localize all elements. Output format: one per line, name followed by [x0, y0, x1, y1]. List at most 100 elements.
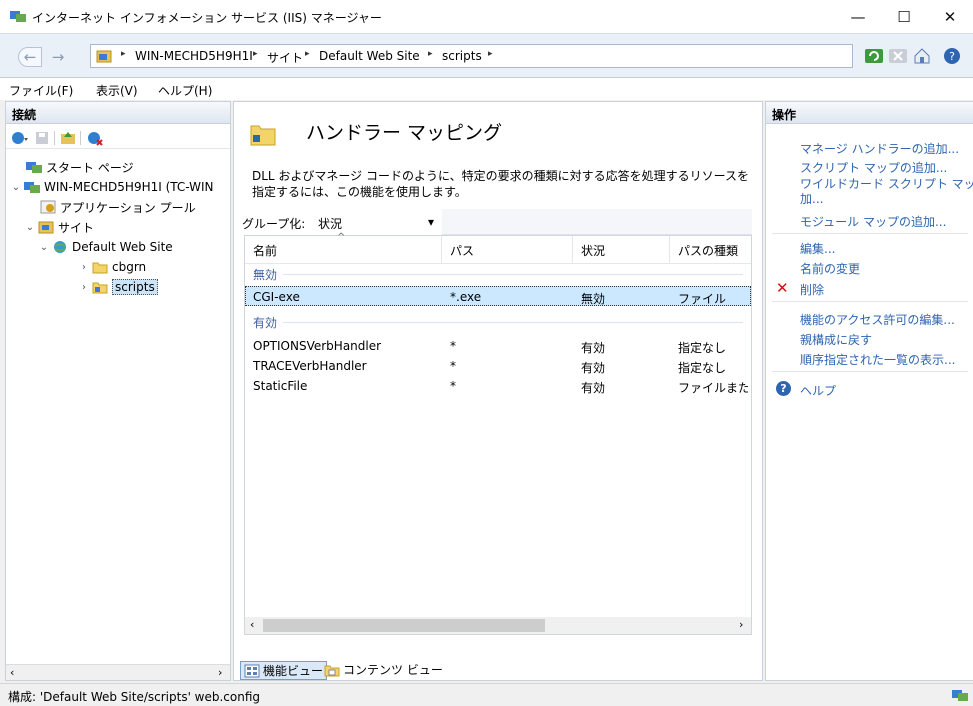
menu-help[interactable]: ヘルプ(H) [158, 82, 212, 99]
forward-button[interactable]: → [46, 47, 70, 67]
breadcrumb[interactable]: ▸ WIN-MECHD5H9H1I ▸ サイト ▸ Default Web Si… [90, 44, 853, 68]
table-row[interactable]: StaticFile * 有効 ファイルまた [245, 376, 751, 396]
action-label: 加... [800, 192, 824, 206]
connect-globe-icon[interactable] [10, 130, 30, 146]
tree-start-page[interactable]: スタート ページ [26, 157, 134, 177]
breadcrumb-separator: ▸ [121, 49, 126, 59]
breadcrumb-default-web-site[interactable]: Default Web Site [319, 49, 420, 63]
group-header-enabled[interactable]: 有効 [253, 312, 743, 332]
group-header-disabled[interactable]: 無効 [253, 264, 743, 284]
home-icon[interactable] [912, 46, 932, 66]
status-bar: 構成: 'Default Web Site/scripts' web.confi… [0, 683, 973, 706]
up-level-icon[interactable] [60, 130, 76, 146]
handler-grid: ^ 名前 パス 状況 パスの種類 無効 CGI-exe *.exe 無効 ファイ… [244, 232, 752, 635]
tree-label: WIN-MECHD5H9H1I (TC-WIN [44, 180, 214, 194]
feature-description: DLL およびマネージ コードのように、特定の要求の種類に対する応答を処理するリ… [252, 169, 750, 199]
tree-default-web-site[interactable]: ⌄ Default Web Site [38, 237, 173, 257]
connections-toolbar [6, 127, 230, 149]
column-divider[interactable] [669, 236, 670, 264]
grid-horizontal-scrollbar[interactable]: ‹ › [245, 617, 751, 634]
groupby-select[interactable]: 状況 ▾ [318, 213, 442, 233]
action-help[interactable]: ヘルプ [800, 382, 836, 399]
start-page-icon [26, 162, 42, 173]
tree-scripts[interactable]: › scripts [78, 277, 158, 297]
collapse-chevron-icon[interactable]: › [78, 282, 90, 293]
expand-chevron-icon[interactable]: ⌄ [10, 182, 22, 193]
breadcrumb-scripts[interactable]: scripts [442, 49, 482, 63]
expand-chevron-icon[interactable]: ⌄ [24, 222, 36, 233]
action-revert-to-parent[interactable]: 親構成に戻す [800, 331, 872, 348]
column-header-state[interactable]: 状況 [581, 242, 605, 259]
close-button[interactable]: ✕ [927, 0, 973, 33]
column-header-path-type[interactable]: パスの種類 [678, 242, 738, 259]
tree-app-pools[interactable]: アプリケーション プール [40, 197, 196, 217]
tree-server[interactable]: ⌄ WIN-MECHD5H9H1I (TC-WIN [10, 177, 214, 197]
action-add-script-map[interactable]: スクリプト マップの追加... [800, 159, 947, 176]
breadcrumb-server[interactable]: WIN-MECHD5H9H1I [135, 49, 253, 63]
groupby-label: グループ化: [242, 217, 306, 231]
back-button[interactable]: ← [18, 47, 42, 67]
scroll-right-icon[interactable]: › [218, 666, 222, 679]
site-folder-icon [96, 50, 112, 63]
tree-sites[interactable]: ⌄ サイト [24, 217, 94, 237]
table-row[interactable]: CGI-exe *.exe 無効 ファイル [245, 286, 751, 306]
svg-text:?: ? [949, 50, 955, 63]
folder-icon [92, 262, 108, 274]
action-label: ワイルドカード スクリプト マップの追 [800, 177, 973, 191]
maximize-button[interactable]: ☐ [881, 0, 927, 33]
column-divider[interactable] [441, 236, 442, 264]
table-row[interactable]: OPTIONSVerbHandler * 有効 指定なし [245, 336, 751, 356]
tab-content-view[interactable]: コンテンツ ビュー [324, 661, 443, 678]
action-add-module-map[interactable]: モジュール マップの追加... [800, 213, 946, 230]
sort-ascending-icon: ^ [337, 232, 346, 243]
scroll-right-icon[interactable]: › [739, 618, 743, 631]
minimize-button[interactable]: — [835, 0, 881, 33]
scroll-left-icon[interactable]: ‹ [250, 618, 254, 631]
tab-features-view[interactable]: 機能ビュー [240, 661, 328, 680]
action-divider [772, 233, 968, 234]
menu-file[interactable]: ファイル(F) [9, 82, 73, 99]
tree-label: Default Web Site [72, 240, 173, 254]
breadcrumb-sites[interactable]: サイト [267, 49, 303, 66]
action-delete[interactable]: 削除 [800, 281, 824, 298]
left-horizontal-scrollbar[interactable]: ‹ › [6, 664, 230, 680]
app-pool-icon [40, 200, 56, 214]
action-add-managed-handler[interactable]: マネージ ハンドラーの追加... [800, 140, 959, 157]
group-label: 有効 [253, 315, 278, 330]
cell-state: 有効 [581, 381, 606, 395]
refresh-icon[interactable] [864, 46, 884, 66]
menu-view[interactable]: 表示(V) [96, 82, 138, 99]
table-row[interactable]: TRACEVerbHandler * 有効 指定なし [245, 356, 751, 376]
help-icon: ? [776, 381, 791, 396]
action-edit[interactable]: 編集... [800, 240, 835, 257]
collapse-chevron-icon[interactable]: › [78, 262, 90, 273]
cell-state: 有効 [581, 361, 606, 375]
status-text: 構成: 'Default Web Site/scripts' web.confi… [8, 690, 261, 704]
server-icon [24, 182, 40, 193]
action-rename[interactable]: 名前の変更 [800, 260, 860, 277]
content-view-icon [324, 665, 340, 676]
action-view-ordered-list[interactable]: 順序指定された一覧の表示... [800, 351, 955, 368]
help-icon[interactable]: ? [942, 46, 962, 66]
action-add-wildcard-script-map[interactable]: ワイルドカード スクリプト マップの追 加... [800, 177, 973, 207]
column-header-name[interactable]: 名前 [253, 242, 277, 259]
cell-name: StaticFile [253, 379, 308, 393]
column-header-path[interactable]: パス [450, 242, 474, 259]
save-icon[interactable] [34, 130, 50, 146]
cell-path-type: 指定なし [678, 361, 727, 375]
column-divider[interactable] [572, 236, 573, 264]
cell-path: *.exe [450, 290, 482, 304]
action-edit-feature-permissions[interactable]: 機能のアクセス許可の編集... [800, 311, 955, 328]
feature-panel: ハンドラー マッピング DLL およびマネージ コードのように、特定の要求の種類… [233, 101, 763, 681]
globe-icon [54, 241, 66, 253]
scroll-thumb[interactable] [263, 619, 545, 632]
actions-header: 操作 [766, 102, 973, 124]
features-view-icon [244, 664, 260, 677]
disconnect-icon[interactable] [86, 130, 104, 146]
tree-cbgrn[interactable]: › cbgrn [78, 257, 146, 277]
expand-chevron-icon[interactable]: ⌄ [38, 242, 50, 253]
toolbar-divider [80, 131, 81, 145]
stop-icon[interactable] [888, 46, 908, 66]
cell-path: * [450, 359, 456, 373]
scroll-left-icon[interactable]: ‹ [10, 666, 14, 679]
